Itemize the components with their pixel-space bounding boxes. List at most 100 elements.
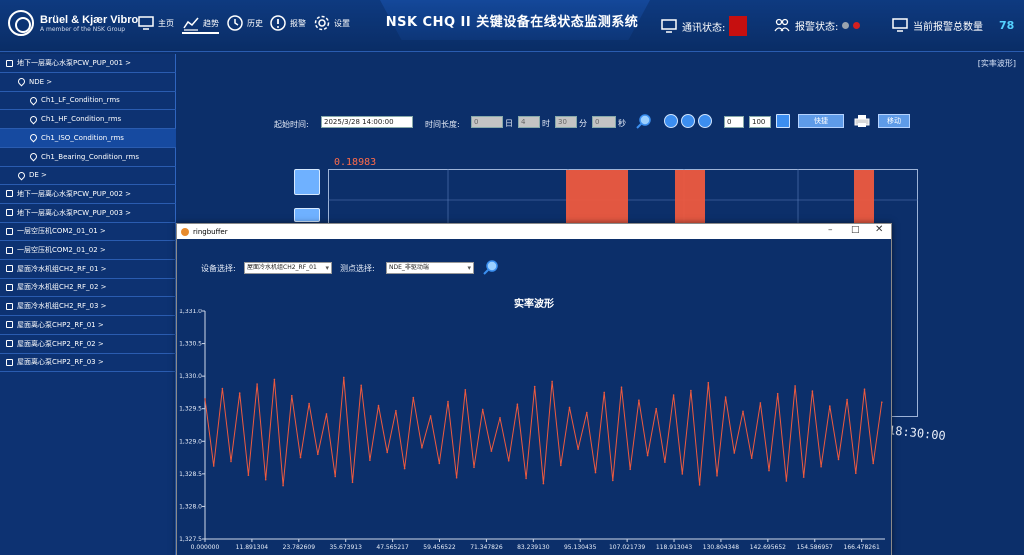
tree-item[interactable]: NDE > [0, 73, 176, 92]
tree-item[interactable]: 屋面离心泵CHP2_RF_03 > [0, 353, 176, 373]
tree-item-label: 屋面离心泵CHP2_RF_03 > [17, 358, 104, 367]
waveform-point [846, 398, 848, 401]
alarm-total-count: 78 [999, 18, 1015, 32]
fit-range-icon[interactable] [776, 114, 790, 128]
minimize-icon[interactable]: – [828, 225, 833, 235]
x-tick-label: 130.804348 [703, 544, 739, 551]
waveform-point [733, 452, 736, 454]
search-icon[interactable] [636, 113, 652, 129]
waveform-point [646, 454, 649, 457]
waveform-point [412, 396, 415, 399]
waveform-point [516, 403, 519, 405]
waveform-point [447, 400, 449, 403]
waveform-point [612, 479, 614, 482]
tree-item[interactable]: Ch1_LF_Condition_rms [0, 91, 176, 111]
tree-item-label: 一层空压机COM2_01_01 > [17, 227, 106, 236]
search-icon[interactable] [483, 259, 499, 275]
waveform-point [586, 411, 588, 414]
waveform-point [238, 392, 241, 394]
device-icon [6, 190, 13, 198]
tree-item[interactable]: 屋面冷水机组CH2_RF_02 > [0, 278, 176, 298]
tree-item[interactable]: 屋面冷水机组CH2_RF_01 > [0, 260, 176, 279]
tree-item[interactable]: Ch1_ISO_Condition_rms [0, 128, 176, 148]
tree-item[interactable]: 屋面离心泵CHP2_RF_02 > [0, 335, 176, 354]
waveform-point [724, 396, 727, 398]
waveform-point [230, 460, 232, 463]
tree-item[interactable]: 地下一层离心水泵PCW_PUP_002 > [0, 185, 176, 204]
waveform-point [481, 408, 484, 411]
tree-item[interactable]: 一层空压机COM2_01_01 > [0, 222, 176, 242]
move-button[interactable]: 移动 [878, 114, 910, 128]
maximize-icon[interactable]: □ [851, 225, 860, 235]
waveform-point [690, 389, 692, 392]
tree-item[interactable]: Ch1_HF_Condition_rms [0, 110, 176, 130]
device-icon [6, 340, 13, 347]
waveform-point [620, 386, 623, 388]
duration-minutes-input[interactable]: 30 [555, 116, 577, 128]
pause-icon[interactable] [681, 114, 695, 128]
tree-item-label: 地下一层离心水泵PCW_PUP_002 > [17, 189, 132, 198]
y-tick-label: 1,328.0 [179, 503, 202, 510]
location-pin-icon [28, 95, 39, 106]
waveform-point [421, 447, 423, 449]
waveform-point [855, 472, 857, 474]
waveform-point [386, 451, 388, 454]
duration-hours-input[interactable]: 4 [518, 116, 540, 128]
alarm-total-label: 当前报警总数量 [913, 21, 983, 33]
duration-hours-unit: 时 [542, 119, 550, 128]
waveform-point [629, 468, 631, 471]
tree-item[interactable]: 屋面离心泵CHP2_RF_01 > [0, 316, 176, 335]
waveform-point [464, 389, 467, 391]
x-tick-label: 142.695652 [750, 544, 786, 551]
waveform-point [568, 406, 571, 409]
waveform-point [672, 394, 675, 396]
waveform-point [308, 402, 310, 405]
waveform-point [707, 381, 710, 384]
y-tick-label: 1,327.5 [179, 536, 202, 543]
waveform-point [317, 453, 319, 456]
range-to-input[interactable]: 100 [749, 116, 771, 128]
zoom-in-icon[interactable] [294, 208, 320, 222]
waveform-point [212, 465, 215, 467]
export-button[interactable]: 快捷 [798, 114, 844, 128]
tree-item[interactable]: 屋面冷水机组CH2_RF_03 > [0, 297, 176, 317]
tree-item[interactable]: 地下一层离心水泵PCW_PUP_001 > [0, 54, 176, 73]
dialog-titlebar[interactable]: ringbuffer – □ ✕ [177, 224, 891, 239]
device-icon [6, 265, 13, 273]
alarm-total: 当前报警总数量 78 [891, 16, 1014, 34]
skip-back-icon[interactable] [664, 114, 678, 128]
waveform-point [291, 394, 293, 397]
printer-icon[interactable] [854, 113, 870, 129]
tree-item-label: Ch1_HF_Condition_rms [41, 115, 122, 124]
tree-item-label: 屋面离心泵CHP2_RF_02 > [17, 339, 104, 348]
tree-item-label: 地下一层离心水泵PCW_PUP_001 > [17, 59, 132, 67]
waveform-point [603, 391, 605, 394]
waveform-point [507, 460, 510, 462]
duration-seconds-input[interactable]: 0 [592, 116, 616, 128]
waveform-point [429, 415, 432, 417]
waveform-point [256, 383, 258, 385]
waveform-point [837, 458, 840, 461]
zoom-fit-icon[interactable] [294, 169, 320, 195]
tree-item[interactable]: 一层空压机COM2_01_02 > [0, 241, 176, 260]
waveform-point [681, 473, 684, 475]
waveform-point [282, 484, 284, 487]
device-select[interactable]: 屋面冷水机组CH2_RF_01 [244, 262, 332, 274]
waveform-point [264, 478, 267, 481]
range-from-input[interactable]: 0 [724, 116, 744, 128]
status-light-gray [842, 21, 850, 29]
tree-item[interactable]: DE > [0, 166, 176, 186]
waveform-point [499, 417, 501, 419]
close-icon[interactable]: ✕ [875, 224, 883, 235]
tree-item[interactable]: 地下一层离心水泵PCW_PUP_003 > [0, 204, 176, 223]
duration-days-input[interactable]: 0 [471, 116, 503, 128]
point-select[interactable]: NDE_非驱动端 [386, 262, 474, 274]
tree-item[interactable]: Ch1_Bearing_Condition_rms [0, 148, 176, 167]
skip-forward-icon[interactable] [698, 114, 712, 128]
device-icon [6, 59, 13, 67]
start-time-input[interactable]: 2025/3/28 14:00:00 [321, 116, 413, 128]
waveform-point [369, 459, 371, 461]
waveform-point [802, 476, 805, 478]
y-tick-label: 1,328.5 [179, 471, 202, 478]
device-icon [6, 358, 13, 366]
